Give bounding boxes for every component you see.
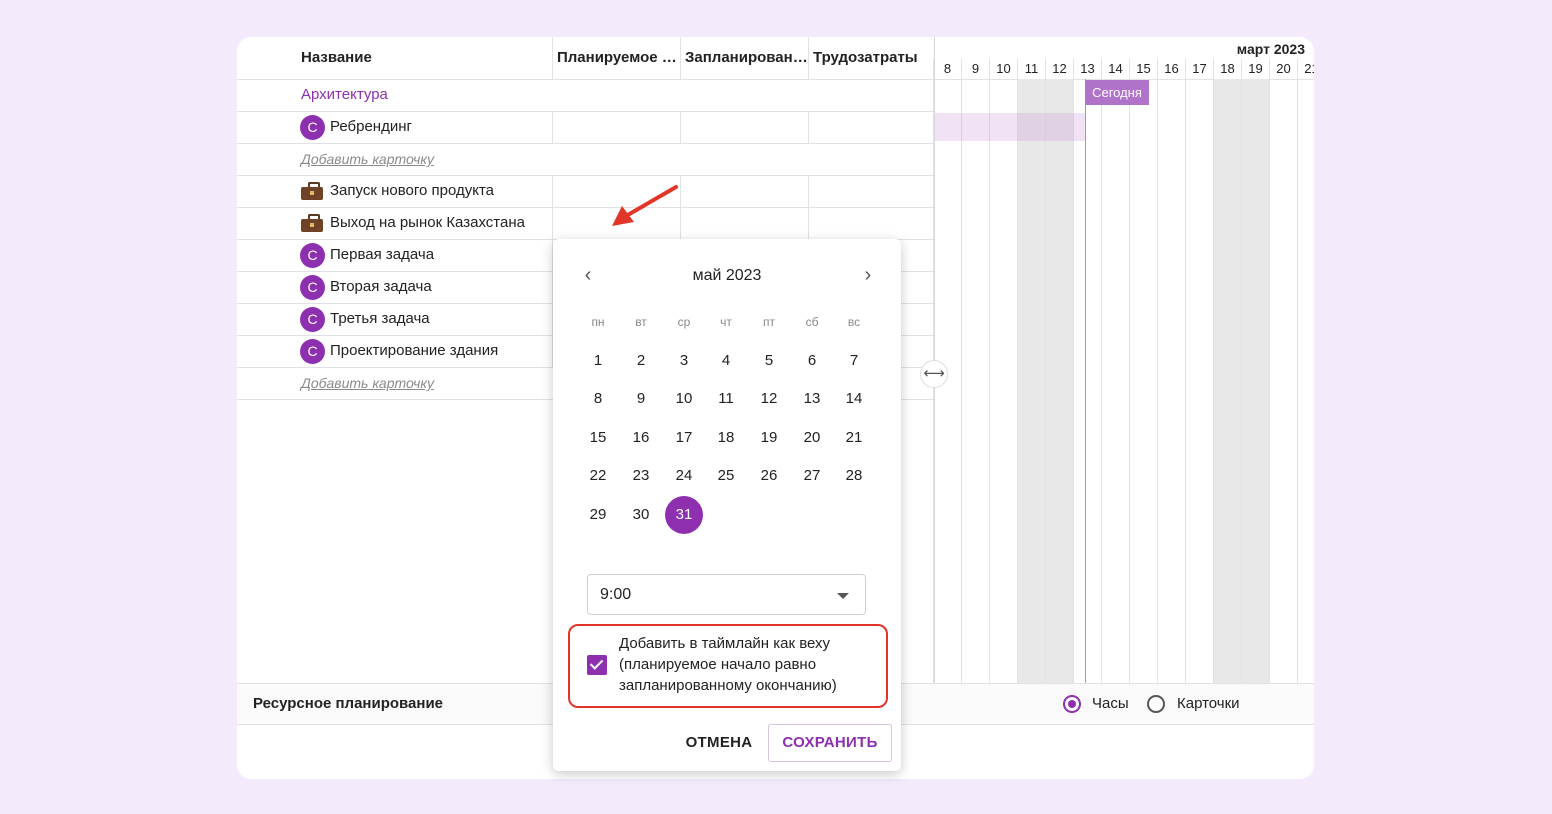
- day-cell[interactable]: 20: [793, 419, 831, 457]
- day-cell[interactable]: 5: [750, 342, 788, 380]
- day-cell[interactable]: 13: [793, 380, 831, 418]
- day-cell[interactable]: 26: [750, 457, 788, 495]
- day-cell[interactable]: 29: [579, 496, 617, 534]
- weekday-label: пн: [591, 315, 605, 329]
- day-cell[interactable]: 9: [622, 380, 660, 418]
- day-cell[interactable]: 1: [579, 342, 617, 380]
- day-cell[interactable]: 27: [793, 457, 831, 495]
- save-button[interactable]: СОХРАНИТЬ: [768, 724, 892, 762]
- chevron-down-icon: [837, 593, 849, 599]
- day-cell[interactable]: 22: [579, 457, 617, 495]
- weekday-label: ср: [677, 315, 691, 329]
- day-cell[interactable]: 19: [750, 419, 788, 457]
- picker-month-label: май 2023: [692, 267, 762, 284]
- day-cell[interactable]: 24: [665, 457, 703, 495]
- weekday-label: чт: [720, 315, 732, 329]
- day-cell[interactable]: 30: [622, 496, 660, 534]
- day-cell[interactable]: 16: [622, 419, 660, 457]
- weekday-label: пт: [763, 315, 775, 329]
- day-cell[interactable]: 14: [835, 380, 873, 418]
- milestone-checkbox[interactable]: [587, 655, 607, 675]
- day-cell[interactable]: 28: [835, 457, 873, 495]
- date-picker-dialog: ‹ май 2023 › пн вт ср чт пт сб вс 1 2 3 4 5 6 7 8 9 10 1…: [553, 239, 901, 771]
- day-cell[interactable]: 23: [622, 457, 660, 495]
- day-cell[interactable]: 3: [665, 342, 703, 380]
- day-cell[interactable]: 10: [665, 380, 703, 418]
- time-select-value: 9:00: [600, 586, 632, 603]
- weekday-label: вт: [635, 315, 647, 329]
- day-cell[interactable]: 8: [579, 380, 617, 418]
- day-cell[interactable]: 17: [665, 419, 703, 457]
- cancel-button[interactable]: ОТМЕНА: [677, 725, 761, 761]
- day-cell[interactable]: 15: [579, 419, 617, 457]
- weekday-label: вс: [847, 315, 861, 329]
- day-cell[interactable]: 2: [622, 342, 660, 380]
- day-cell[interactable]: 12: [750, 380, 788, 418]
- day-cell-selected[interactable]: 31: [665, 496, 703, 534]
- day-cell[interactable]: 7: [835, 342, 873, 380]
- next-month-icon[interactable]: ›: [858, 265, 878, 285]
- time-select[interactable]: 9:00: [587, 574, 866, 615]
- day-cell[interactable]: 6: [793, 342, 831, 380]
- weekday-label: сб: [805, 315, 819, 329]
- day-cell[interactable]: 21: [835, 419, 873, 457]
- day-cell[interactable]: 4: [707, 342, 745, 380]
- day-cell[interactable]: 18: [707, 419, 745, 457]
- milestone-checkbox-label[interactable]: Добавить в таймлайн как веху (планируемо…: [619, 633, 869, 696]
- day-cell[interactable]: 11: [707, 380, 745, 418]
- day-cell[interactable]: 25: [707, 457, 745, 495]
